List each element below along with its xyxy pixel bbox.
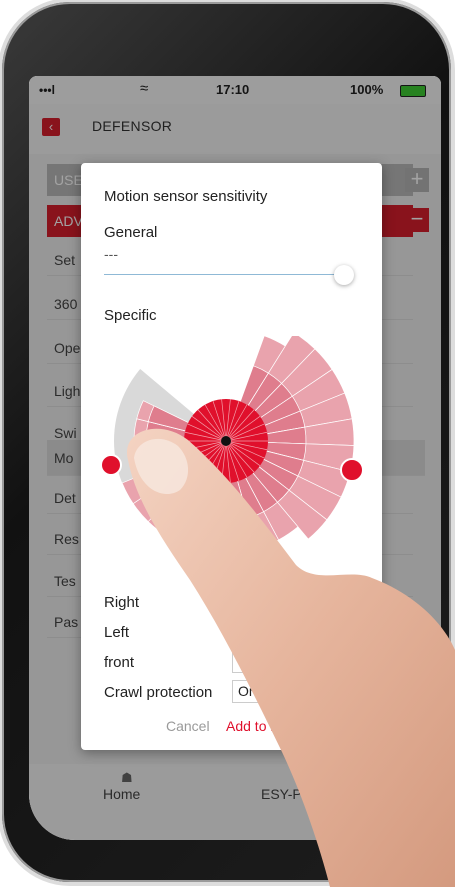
detection-zone-editor[interactable]: [98, 336, 366, 552]
right-field[interactable]: [232, 590, 356, 613]
crawl-protection-label: Crawl protection: [104, 684, 213, 701]
general-slider-thumb[interactable]: [334, 265, 354, 285]
general-value: ---: [104, 246, 118, 262]
crawl-protection-select[interactable]: On: [232, 680, 356, 703]
general-label: General: [104, 224, 158, 241]
front-field[interactable]: [232, 650, 356, 673]
general-slider-track[interactable]: [104, 274, 342, 275]
sensor-center-dot: [221, 436, 231, 446]
left-field[interactable]: [232, 620, 356, 643]
right-label: Right: [104, 594, 140, 611]
right-zone-handle[interactable]: [340, 458, 364, 482]
cancel-button[interactable]: Cancel: [166, 718, 210, 734]
sensitivity-dialog: Motion sensor sensitivity General --- Sp…: [81, 163, 382, 750]
screen: •••l ≈ 17:10 100% ‹ DEFENSOR USE + ADV −…: [29, 76, 441, 840]
left-zone-handle[interactable]: [100, 454, 122, 476]
dialog-title: Motion sensor sensitivity: [104, 188, 268, 205]
left-label: Left: [104, 624, 130, 641]
specific-label: Specific: [104, 307, 157, 324]
front-label: front: [104, 654, 135, 671]
add-button[interactable]: Add to ba: [226, 718, 286, 734]
phone-frame: •••l ≈ 17:10 100% ‹ DEFENSOR USE + ADV −…: [2, 2, 451, 882]
